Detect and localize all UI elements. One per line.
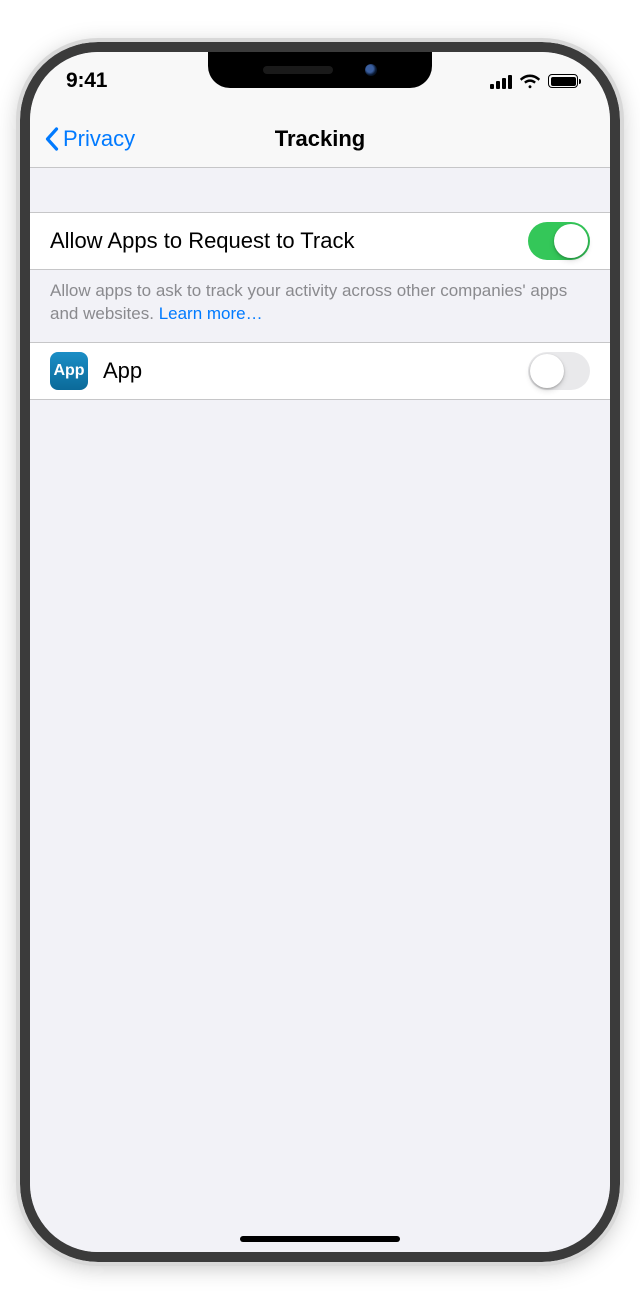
app-tracking-row: App App <box>30 342 610 400</box>
page-title: Tracking <box>275 126 365 152</box>
allow-apps-request-label: Allow Apps to Request to Track <box>50 228 528 254</box>
earpiece-speaker <box>263 66 333 74</box>
phone-frame: 9:41 Privacy Tracking <box>20 42 620 1262</box>
cellular-signal-icon <box>490 74 512 89</box>
nav-bar: Privacy Tracking <box>30 110 610 168</box>
section-spacer <box>30 168 610 212</box>
back-button[interactable]: Privacy <box>36 110 143 167</box>
content: Allow Apps to Request to Track Allow app… <box>30 168 610 1252</box>
app-name-label: App <box>103 358 528 384</box>
front-camera <box>365 64 377 76</box>
app-tracking-toggle[interactable] <box>528 352 590 390</box>
wifi-icon <box>519 73 541 89</box>
tracking-footer-text: Allow apps to ask to track your activity… <box>50 281 567 323</box>
battery-icon <box>548 74 578 88</box>
status-time: 9:41 <box>66 69 107 93</box>
app-icon: App <box>50 352 88 390</box>
learn-more-link[interactable]: Learn more… <box>159 304 263 323</box>
phone-screen: 9:41 Privacy Tracking <box>30 52 610 1252</box>
allow-apps-request-toggle[interactable] <box>528 222 590 260</box>
notch <box>208 52 432 88</box>
status-icons <box>490 73 578 89</box>
back-label: Privacy <box>63 126 135 152</box>
chevron-left-icon <box>44 127 59 151</box>
tracking-footer: Allow apps to ask to track your activity… <box>30 270 610 342</box>
allow-apps-request-row: Allow Apps to Request to Track <box>30 212 610 270</box>
home-indicator[interactable] <box>240 1236 400 1242</box>
